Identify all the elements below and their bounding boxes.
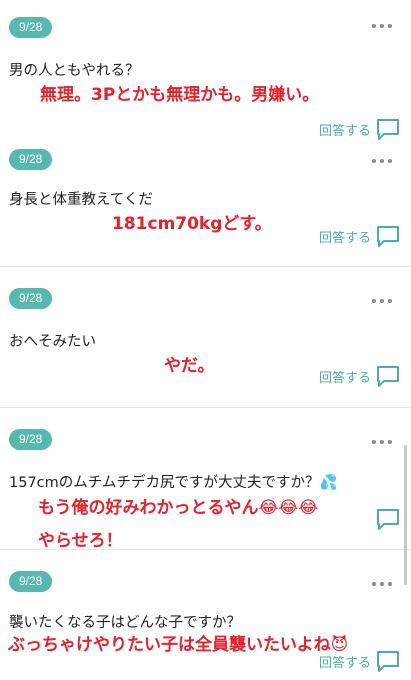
- reply-label: 回答する: [318, 123, 371, 139]
- reply-bubble-icon: [377, 226, 399, 247]
- question-text: 襲いたくなる子はどんな子ですか？: [9, 615, 241, 631]
- answer-text: もう俺の好みわかっとるやん😂😂😂: [38, 498, 319, 518]
- date-badge: 9/28: [9, 288, 53, 309]
- reply-button[interactable]: 回答する: [319, 116, 401, 142]
- answer-text-line2: やらせろ！: [38, 531, 123, 551]
- reply-button[interactable]: [371, 506, 401, 532]
- more-dots-icon[interactable]: [372, 582, 392, 588]
- more-dots-icon[interactable]: [372, 24, 392, 30]
- reply-button[interactable]: 回答する: [319, 648, 401, 674]
- question-card: 9/28 男の人ともやれる？ 無理。3Pとかも無理かも。男嫌い。 回答する: [0, 0, 411, 147]
- date-badge: 9/28: [9, 17, 53, 38]
- question-text: 157cmのムチムチデカ尻ですが大丈夫ですか？💦: [9, 475, 338, 491]
- reply-button[interactable]: 回答する: [319, 223, 401, 249]
- reply-bubble-icon: [377, 651, 399, 672]
- reply-bubble-icon: [377, 509, 399, 530]
- date-badge: 9/28: [9, 149, 53, 170]
- question-text: 男の人ともやれる？: [9, 63, 140, 79]
- reply-label: 回答する: [318, 655, 371, 671]
- reply-label: 回答する: [318, 370, 371, 386]
- question-text: おへそみたい: [9, 334, 96, 350]
- more-dots-icon[interactable]: [372, 299, 392, 305]
- more-dots-icon[interactable]: [372, 159, 392, 165]
- question-text: 身長と体重教えてくだ: [9, 192, 153, 208]
- scrollbar[interactable]: [404, 445, 407, 585]
- answer-text: 181cm70kgどす。: [112, 214, 272, 234]
- more-dots-icon[interactable]: [372, 440, 392, 446]
- reply-bubble-icon: [377, 366, 399, 387]
- date-badge: 9/28: [9, 571, 53, 592]
- question-card: 9/28 身長と体重教えてくだ 181cm70kgどす。 回答する: [0, 147, 411, 267]
- reply-bubble-icon: [377, 119, 399, 140]
- question-card: 9/28 157cmのムチムチデカ尻ですが大丈夫ですか？💦 もう俺の好みわかっと…: [0, 408, 411, 551]
- question-card: 9/28 おへそみたい やだ。 回答する: [0, 267, 411, 407]
- date-badge: 9/28: [9, 429, 53, 450]
- reply-label: 回答する: [318, 230, 371, 246]
- answer-text: 無理。3Pとかも無理かも。男嫌い。: [40, 85, 320, 105]
- answer-text: ぶっちゃけやりたい子は全員襲いたいよね😈: [8, 635, 349, 655]
- reply-button[interactable]: 回答する: [319, 363, 401, 389]
- question-card: 9/28 襲いたくなる子はどんな子ですか？ ぶっちゃけやりたい子は全員襲いたいよ…: [0, 550, 411, 680]
- answer-text: やだ。: [164, 356, 215, 376]
